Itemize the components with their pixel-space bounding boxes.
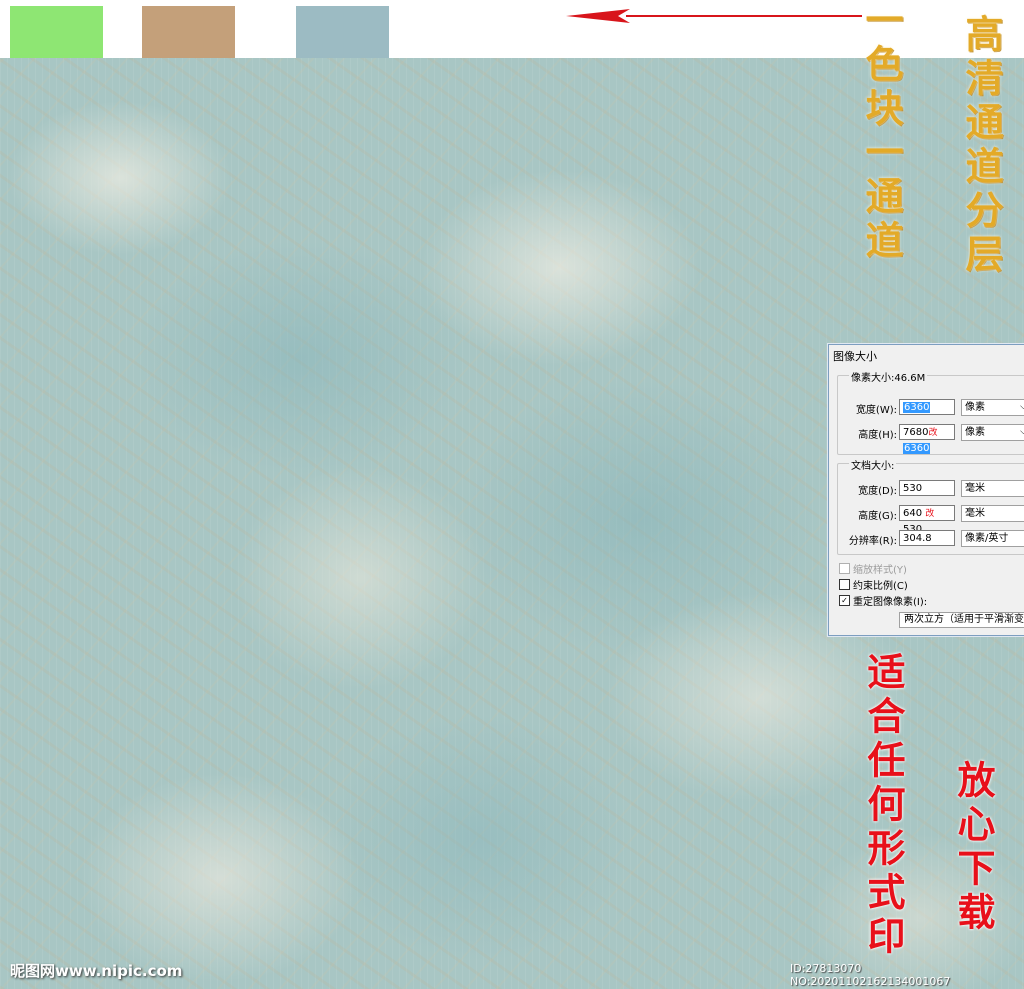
checkmark-icon: ✓ — [839, 595, 850, 606]
height-unit-value: 像素 — [965, 427, 985, 438]
scale-styles-checkbox[interactable]: 缩放样式(Y) — [839, 561, 907, 576]
resolution-label: 分辨率(R): — [848, 536, 897, 547]
height-value: 6360 — [903, 443, 931, 454]
width-label: 宽度(W): — [855, 405, 897, 416]
chevron-down-icon: ⌵ — [1020, 427, 1024, 437]
height-unit-select[interactable]: 像素 ⌵ — [961, 424, 1024, 441]
width-unit-value: 像素 — [965, 402, 985, 413]
watermark-id: ID:27813070 NO:20201102162134001067 — [790, 962, 951, 988]
height-input[interactable]: 7680改 6360 — [899, 424, 955, 454]
left-arrow-icon — [566, 9, 862, 23]
resolution-value: 304.8 — [903, 533, 932, 544]
height-label: 高度(H): — [858, 430, 897, 441]
width-value: 6360 — [903, 402, 931, 413]
width-input[interactable]: 6360 — [899, 399, 955, 415]
annotation-suitable-print: 适合任何形式印 — [861, 652, 906, 960]
annotation-one-color-one-channel: 一色块一通道 — [859, 0, 904, 264]
change-mark: 改 — [928, 428, 938, 438]
doc-height-old-value: 640 — [903, 508, 923, 519]
pixel-dimensions-label: 像素大小:46.6M — [849, 369, 928, 384]
image-size-dialog: 图像大小 像素大小:46.6M 宽度(W): 6360 像素 ⌵ 高度(H): 7… — [828, 344, 1024, 636]
tan-swatch — [142, 6, 235, 58]
blue-gray-swatch — [296, 6, 389, 58]
doc-height-input[interactable]: 640 改 530 — [899, 505, 955, 535]
chevron-down-icon: ⌵ — [1020, 402, 1024, 412]
doc-width-input[interactable]: 530 — [899, 480, 955, 496]
constrain-proportions-checkbox[interactable]: 约束比例(C) — [839, 577, 908, 592]
resample-label: 重定图像像素(I): — [853, 597, 928, 608]
checkbox-empty-icon — [839, 579, 850, 590]
doc-width-unit-value: 毫米 — [965, 483, 985, 494]
doc-width-label: 宽度(D): — [858, 486, 897, 497]
doc-width-unit-select[interactable]: 毫米 — [961, 480, 1024, 497]
resolution-unit-value: 像素/英寸 — [965, 533, 1009, 544]
doc-height-label: 高度(G): — [858, 511, 897, 522]
resample-method-value: 两次立方（适用于平滑渐变 — [904, 614, 1024, 625]
resolution-unit-select[interactable]: 像素/英寸 — [961, 530, 1024, 547]
dialog-title: 图像大小 — [833, 350, 877, 363]
annotation-download: 放心下载 — [951, 760, 996, 936]
resolution-input[interactable]: 304.8 — [899, 530, 955, 546]
green-swatch — [10, 6, 103, 58]
change-mark: 改 — [925, 509, 935, 519]
constrain-proportions-label: 约束比例(C) — [853, 581, 908, 592]
doc-height-unit-select[interactable]: 毫米 — [961, 505, 1024, 522]
resample-checkbox[interactable]: ✓ 重定图像像素(I): — [839, 593, 927, 608]
height-old-value: 7680 — [903, 427, 929, 438]
resample-method-select[interactable]: 两次立方（适用于平滑渐变 — [899, 612, 1024, 628]
scale-styles-label: 缩放样式(Y) — [853, 565, 907, 576]
width-unit-select[interactable]: 像素 ⌵ — [961, 399, 1024, 416]
doc-height-unit-value: 毫米 — [965, 508, 985, 519]
watermark-site: 昵图网www.nipic.com — [10, 962, 183, 980]
doc-width-value: 530 — [903, 483, 923, 494]
annotation-hd-channel-layers: 高清通道分层 — [959, 14, 1004, 278]
document-size-label: 文档大小: — [849, 457, 897, 472]
checkbox-empty-icon — [839, 563, 850, 574]
